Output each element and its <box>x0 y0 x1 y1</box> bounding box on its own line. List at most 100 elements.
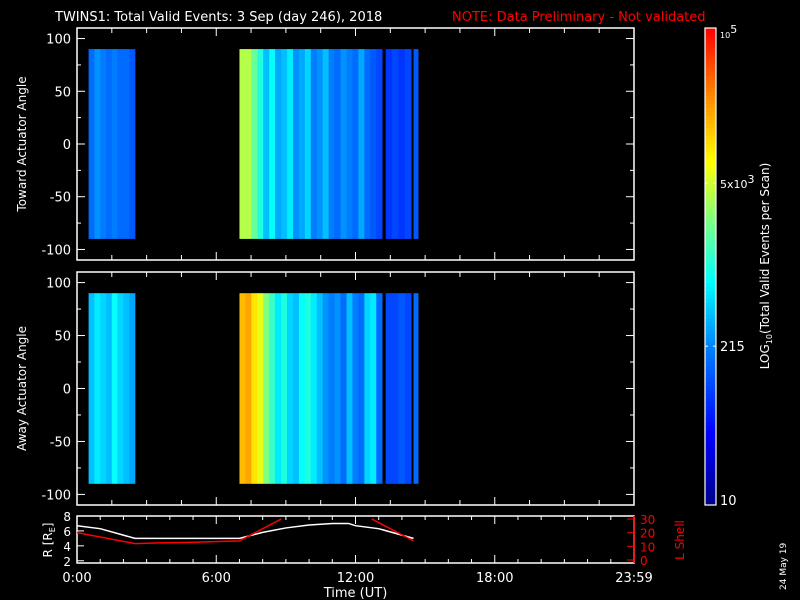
heatmap-cell <box>269 49 276 239</box>
r-distance-line <box>77 522 414 540</box>
colorbar-swatch <box>705 31 716 37</box>
colorbar-swatch <box>705 349 716 355</box>
heatmap-cell <box>328 293 335 484</box>
colorbar-swatch <box>705 123 716 128</box>
colorbar-label-part: 10 <box>765 334 774 344</box>
colorbar-swatch <box>705 270 716 275</box>
y-tick-label: -100 <box>41 243 71 258</box>
heatmap-cell <box>245 293 252 484</box>
heatmap-cell <box>100 49 107 239</box>
heatmap-cell <box>358 293 365 484</box>
colorbar-swatch <box>705 131 716 136</box>
x-tick-label: 18:00 <box>476 571 513 586</box>
colorbar-swatch <box>705 35 716 41</box>
y-tick-label: -50 <box>50 435 71 450</box>
heatmap-cell <box>281 293 288 484</box>
colorbar-swatch <box>705 79 716 85</box>
y-tick-label: 2 <box>63 555 71 569</box>
colorbar-swatch <box>705 465 716 470</box>
colorbar-swatch <box>705 202 716 208</box>
heatmap-cell <box>392 293 399 484</box>
y2-tick-label: 0 <box>640 554 648 568</box>
colorbar-swatch <box>705 139 716 144</box>
heatmap-cell <box>251 49 258 239</box>
colorbar-swatch <box>705 389 716 395</box>
y-axis-label: Away Actuator Angle <box>15 326 29 451</box>
colorbar-swatch <box>705 194 716 200</box>
y2-tick-label: 10 <box>640 540 655 554</box>
heatmap-cell <box>334 293 341 484</box>
colorbar-swatch <box>705 433 716 438</box>
heatmap-cell <box>298 49 306 239</box>
colorbar-label-part: LOG <box>758 344 772 369</box>
colorbar-tick-label: 215 <box>720 340 745 355</box>
heatmap-cell <box>251 293 258 484</box>
colorbar-swatch <box>705 274 716 279</box>
heatmap-cell <box>111 293 118 484</box>
r-axis-label-part: R [R <box>41 532 55 557</box>
chart-title: TWINS1: Total Valid Events: 3 Sep (day 2… <box>54 10 382 25</box>
colorbar-swatch <box>705 87 716 93</box>
heatmap-cell <box>88 49 95 239</box>
heatmap-cell <box>385 293 393 484</box>
x-tick-label: 12:00 <box>337 571 374 586</box>
heatmap-cell <box>413 49 419 239</box>
heatmap-cell <box>322 49 329 239</box>
colorbar-swatch <box>705 242 716 248</box>
colorbar-tick-label: 5x103 <box>720 173 755 191</box>
heatmap-cell <box>310 293 318 484</box>
heatmap-cell <box>340 293 347 484</box>
y-tick-label: 8 <box>63 510 71 524</box>
colorbar-swatch <box>705 83 716 89</box>
colorbar-label-part: (Total Valid Events per Scan) <box>758 163 772 334</box>
colorbar-swatch <box>705 306 716 311</box>
heatmap-cell <box>281 49 288 239</box>
heatmap-cell <box>328 49 335 239</box>
colorbar-swatch <box>705 183 716 188</box>
colorbar-swatch <box>705 238 716 244</box>
colorbar-swatch <box>705 334 716 339</box>
heatmap-cell <box>398 49 406 239</box>
colorbar-swatch <box>705 286 716 291</box>
colorbar-swatch <box>705 405 716 411</box>
colorbar-swatch <box>705 175 716 180</box>
colorbar-swatch <box>705 413 716 419</box>
heatmap-cell <box>111 49 118 239</box>
colorbar-swatch <box>705 95 716 101</box>
heatmap-cell <box>340 49 347 239</box>
colorbar-swatch <box>705 361 716 367</box>
heatmap-cell <box>370 293 377 484</box>
colorbar-swatch <box>705 278 716 283</box>
colorbar-swatch <box>705 445 716 450</box>
y-tick-label: 4 <box>63 540 71 554</box>
heatmap-cell <box>123 293 130 484</box>
colorbar-swatch <box>705 47 716 53</box>
colorbar-swatch <box>705 310 716 315</box>
colorbar-swatch <box>705 206 716 212</box>
colorbar-swatch <box>705 258 716 264</box>
heatmap-cell <box>275 49 282 239</box>
y-tick-label: 6 <box>63 525 71 539</box>
y-tick-label: -50 <box>50 191 71 206</box>
colorbar-swatch <box>705 190 716 196</box>
heatmap-cell <box>358 49 365 239</box>
colorbar-swatch <box>705 226 716 232</box>
heatmap-cell <box>94 49 101 239</box>
heatmap-cell <box>287 293 294 484</box>
heatmap-cell <box>123 49 130 239</box>
l-shell-axis-label: L Shell <box>673 520 687 560</box>
colorbar-swatch <box>705 111 716 116</box>
tick-exponent: 5 <box>730 23 737 36</box>
heatmap-cell <box>129 49 136 239</box>
colorbar-swatch <box>705 198 716 204</box>
colorbar-swatch <box>705 453 716 458</box>
heatmap-cell <box>263 293 270 484</box>
colorbar-swatch <box>705 187 716 192</box>
heatmap-cell <box>88 293 95 484</box>
colorbar-swatch <box>705 369 716 375</box>
r-axis-label-part: ] <box>41 523 55 528</box>
colorbar-swatch <box>705 461 716 466</box>
colorbar-swatch <box>705 497 716 502</box>
colorbar-swatch <box>705 266 716 271</box>
colorbar-swatch <box>705 127 716 132</box>
